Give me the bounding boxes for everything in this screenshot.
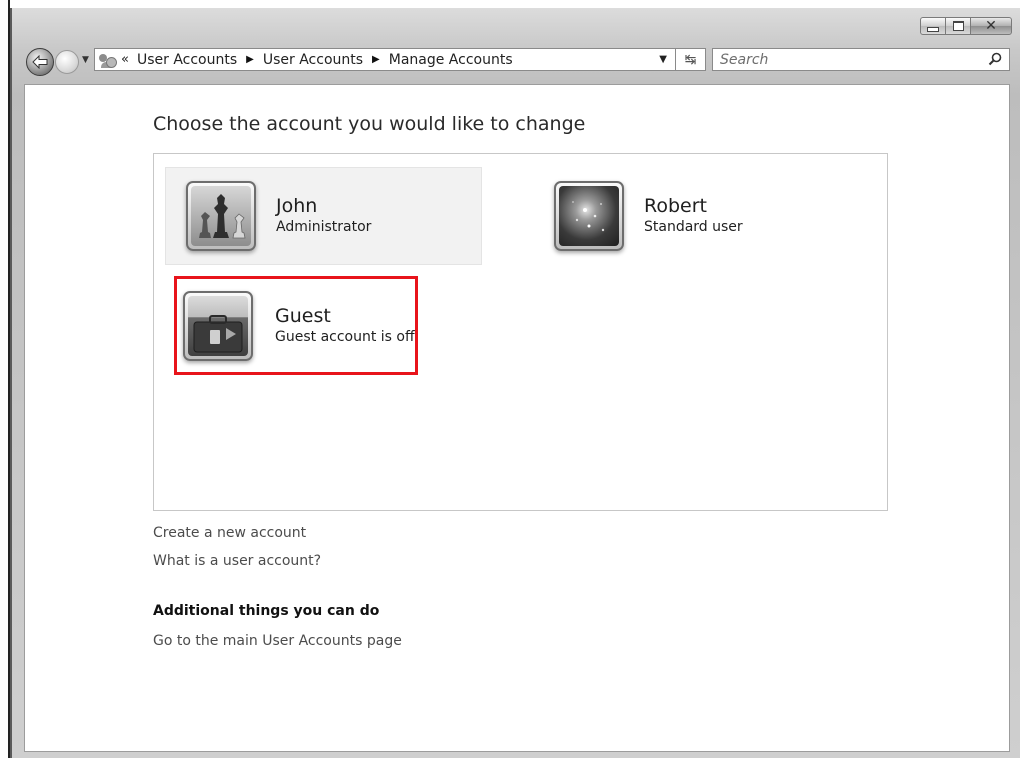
- breadcrumb-user-accounts-2[interactable]: User Accounts: [263, 52, 363, 68]
- account-text: Robert Standard user: [644, 195, 743, 237]
- recent-pages-dropdown[interactable]: ▼: [82, 55, 89, 65]
- user-accounts-icon: [99, 52, 117, 68]
- caption-buttons: ✕: [920, 17, 1012, 35]
- maximize-icon: [952, 21, 964, 31]
- account-role: Guest account is off: [275, 328, 415, 345]
- suitcase-icon: [188, 295, 248, 356]
- search-icon[interactable]: [988, 52, 1002, 66]
- account-name: Robert: [644, 195, 707, 217]
- account-robert[interactable]: Robert Standard user: [534, 167, 851, 265]
- address-dropdown-icon[interactable]: ▼: [659, 54, 667, 65]
- account-name: John: [276, 195, 318, 217]
- account-text: Guest Guest account is off: [275, 305, 415, 347]
- what-is-user-account-link[interactable]: What is a user account?: [153, 553, 321, 569]
- account-guest[interactable]: Guest Guest account is off: [174, 276, 418, 375]
- avatar: [186, 181, 256, 251]
- minimize-icon: [927, 26, 939, 32]
- create-account-link[interactable]: Create a new account: [153, 525, 306, 541]
- chess-pieces-icon: [191, 186, 251, 246]
- sparkles-icon: [559, 186, 619, 246]
- main-user-accounts-link[interactable]: Go to the main User Accounts page: [153, 633, 402, 649]
- overflow-chevron[interactable]: «: [121, 52, 129, 67]
- content-pane: Choose the account you would like to cha…: [24, 84, 1010, 752]
- page-title: Choose the account you would like to cha…: [153, 113, 586, 135]
- forward-button[interactable]: [55, 50, 79, 74]
- breadcrumb-user-accounts-1[interactable]: User Accounts: [137, 52, 237, 68]
- avatar: [183, 290, 253, 361]
- search-input[interactable]: Search: [712, 48, 1010, 71]
- close-button[interactable]: ✕: [970, 17, 1012, 35]
- manage-accounts-window: ✕ ▼ « User Accounts ▶ User Accounts ▶ Ma…: [10, 8, 1020, 758]
- account-text: John Administrator: [276, 195, 371, 237]
- navigation-bar: ▼ « User Accounts ▶ User Accounts ▶ Mana…: [12, 44, 1020, 76]
- address-bar[interactable]: « User Accounts ▶ User Accounts ▶ Manage…: [94, 48, 676, 71]
- additional-section-heading: Additional things you can do: [153, 603, 380, 619]
- close-icon: ✕: [985, 18, 997, 34]
- search-placeholder: Search: [720, 51, 769, 68]
- account-name: Guest: [275, 304, 331, 327]
- breadcrumb-manage-accounts[interactable]: Manage Accounts: [389, 52, 513, 68]
- breadcrumb-separator-icon[interactable]: ▶: [246, 54, 254, 65]
- back-button[interactable]: [26, 48, 54, 76]
- back-arrow-icon: [32, 55, 48, 69]
- account-role: Administrator: [276, 219, 372, 235]
- refresh-icon: ↹: [684, 51, 697, 68]
- refresh-button[interactable]: ↹: [676, 48, 706, 71]
- title-bar: ✕: [12, 8, 1020, 44]
- maximize-button[interactable]: [945, 17, 971, 35]
- accounts-list: John Administrator Robert Standard user …: [153, 153, 888, 511]
- account-john[interactable]: John Administrator: [165, 167, 482, 265]
- breadcrumb-separator-icon[interactable]: ▶: [372, 54, 380, 65]
- avatar: [554, 181, 624, 251]
- account-role: Standard user: [644, 219, 743, 235]
- minimize-button[interactable]: [920, 17, 946, 35]
